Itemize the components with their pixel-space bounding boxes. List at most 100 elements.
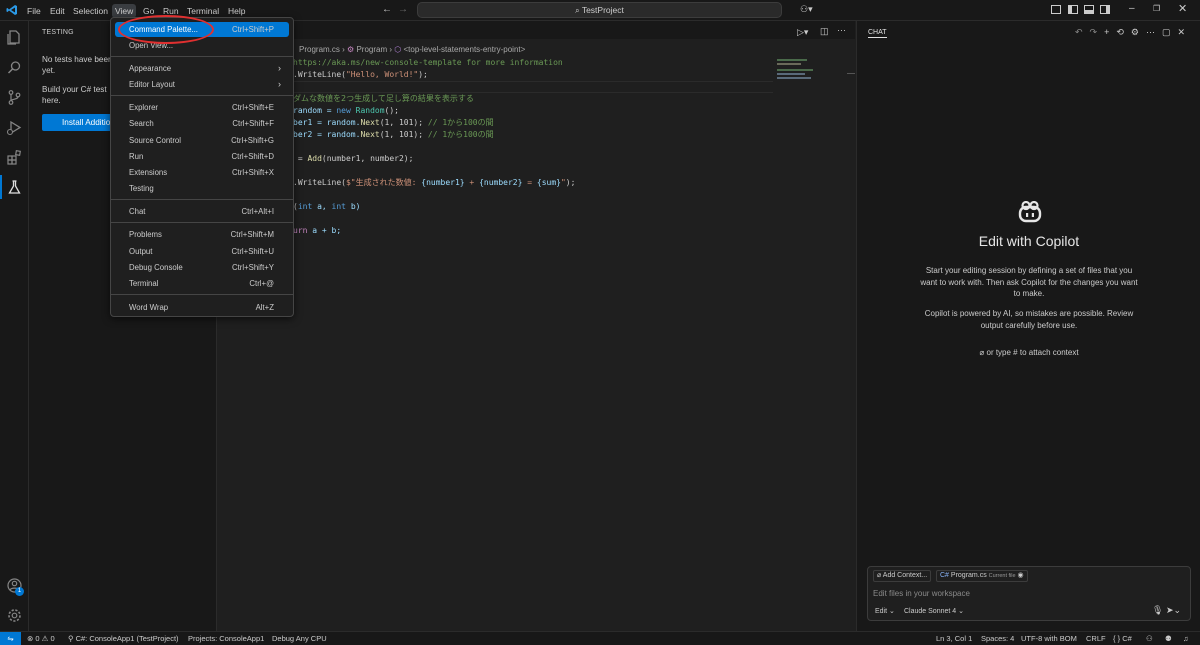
menu-view[interactable]: View bbox=[112, 4, 137, 18]
status-bar: ⇋ ⊗ 0 ⚠ 0 ⚲ C#: ConsoleApp1 (TestProject… bbox=[0, 631, 1200, 645]
accounts-icon[interactable]: 1 bbox=[6, 577, 24, 596]
command-center-search[interactable]: ⌕ TestProject bbox=[417, 2, 782, 18]
source-control-icon[interactable] bbox=[6, 89, 23, 106]
eye-icon: ◉ bbox=[1017, 572, 1024, 579]
menu-edit[interactable]: Edit bbox=[47, 4, 68, 18]
chat-input[interactable]: Edit files in your workspace bbox=[873, 589, 970, 598]
undo-icon: ↶ bbox=[1075, 27, 1090, 37]
menu-separator bbox=[111, 56, 293, 57]
warning-icon: ⚠ bbox=[41, 634, 49, 643]
menu-separator bbox=[111, 199, 293, 200]
paperclip-icon: ⌀ bbox=[979, 348, 985, 357]
maximize-icon: ▢ bbox=[1161, 27, 1178, 37]
menu-terminal[interactable]: Terminal bbox=[184, 4, 222, 18]
code-comment-link: https://aka.ms/new-console-template bbox=[293, 58, 462, 67]
vscode-logo-icon bbox=[6, 4, 18, 16]
customize-layout-icon[interactable] bbox=[1051, 5, 1061, 14]
back-arrow-icon[interactable]: ← bbox=[382, 4, 392, 15]
notifications-bell-icon[interactable]: ♫ bbox=[1183, 632, 1189, 645]
encoding[interactable]: UTF-8 with BOM bbox=[1021, 632, 1077, 645]
chat-toolbar[interactable]: ↶↷+⟲⚙⋯▢✕ bbox=[1075, 27, 1192, 38]
remote-indicator-icon[interactable]: ⇋ bbox=[0, 632, 21, 645]
problems-indicator[interactable]: ⊗ 0 ⚠ 0 bbox=[27, 632, 55, 645]
menu-extensions[interactable]: Extensions Ctrl+Shift+X bbox=[115, 165, 289, 180]
settings-gear-icon[interactable] bbox=[6, 607, 23, 624]
more-actions-icon[interactable]: ··· bbox=[837, 25, 846, 35]
search-icon[interactable] bbox=[6, 59, 23, 76]
copilot-status-icon[interactable]: ⚇ bbox=[1146, 632, 1153, 645]
breadcrumb-file[interactable]: Program.cs bbox=[299, 45, 340, 54]
menu-help[interactable]: Help bbox=[225, 4, 248, 18]
indentation[interactable]: Spaces: 4 bbox=[981, 632, 1014, 645]
menu-word-wrap[interactable]: Word Wrap Alt+Z bbox=[115, 300, 289, 315]
microphone-icon[interactable]: 🎙 bbox=[1152, 605, 1163, 616]
model-picker[interactable]: Claude Sonnet 4 ⌄ bbox=[904, 607, 964, 615]
menu-editor-layout[interactable]: Editor Layout › bbox=[115, 77, 289, 92]
debug-config[interactable]: Debug Any CPU bbox=[272, 632, 327, 645]
language-mode[interactable]: { } C# bbox=[1113, 632, 1132, 645]
redo-icon: ↷ bbox=[1089, 27, 1105, 37]
run-and-debug-icon[interactable] bbox=[6, 119, 23, 136]
error-icon: ⊗ bbox=[27, 634, 34, 643]
menu-appearance[interactable]: Appearance › bbox=[115, 61, 289, 76]
accounts-badge: 1 bbox=[15, 587, 24, 596]
add-context-button[interactable]: ⌀ Add Context... bbox=[873, 570, 932, 582]
menu-output[interactable]: Output Ctrl+Shift+U bbox=[115, 244, 289, 259]
accounts-status-icon[interactable]: ⚉ bbox=[1165, 632, 1172, 645]
search-icon: ⌕ bbox=[575, 6, 580, 15]
testing-flask-icon[interactable] bbox=[6, 179, 23, 196]
highlight-ring bbox=[118, 15, 214, 44]
chat-heading: Edit with Copilot bbox=[978, 233, 1080, 249]
restore-icon[interactable]: ❐ bbox=[1153, 4, 1160, 13]
split-editor-icon[interactable]: ◫ bbox=[820, 26, 829, 37]
csharp-file-icon: C# bbox=[940, 572, 949, 579]
menu-source-control[interactable]: Source Control Ctrl+Shift+G bbox=[115, 133, 289, 148]
menu-chat[interactable]: Chat Ctrl+Alt+I bbox=[115, 204, 289, 219]
menu-file[interactable]: File bbox=[24, 4, 44, 18]
extensions-icon[interactable] bbox=[6, 149, 23, 166]
menu-separator bbox=[111, 95, 293, 96]
menu-testing[interactable]: Testing bbox=[115, 181, 289, 196]
menu-explorer[interactable]: Explorer Ctrl+Shift+E bbox=[115, 100, 289, 115]
menu-debug-console[interactable]: Debug Console Ctrl+Shift+Y bbox=[115, 260, 289, 275]
menu-terminal[interactable]: Terminal Ctrl+@ bbox=[115, 276, 289, 291]
toggle-primary-sidebar-icon[interactable] bbox=[1068, 5, 1078, 14]
file-chip[interactable]: C# Program.cs Current file ◉ bbox=[936, 570, 1028, 582]
activity-bar: 1 bbox=[0, 21, 29, 631]
active-indicator bbox=[0, 175, 2, 199]
editor-tab-bar bbox=[217, 21, 855, 39]
explorer-icon[interactable] bbox=[6, 29, 23, 46]
tab-chat[interactable]: CHAT bbox=[868, 29, 887, 38]
menu-problems[interactable]: Problems Ctrl+Shift+M bbox=[115, 227, 289, 242]
close-icon[interactable]: ✕ bbox=[1178, 2, 1187, 15]
send-icon[interactable]: ➤⌄ bbox=[1166, 605, 1181, 616]
project-indicator[interactable]: ⚲ C#: ConsoleApp1 (TestProject) bbox=[68, 632, 179, 645]
minimap[interactable] bbox=[777, 57, 821, 81]
close-icon: ✕ bbox=[1177, 27, 1193, 37]
toggle-panel-icon[interactable] bbox=[1084, 5, 1094, 14]
code-editor[interactable]: https://aka.ms/new-console-template for … bbox=[293, 57, 773, 317]
method-icon: ⬡ bbox=[394, 45, 402, 54]
mode-picker[interactable]: Edit ⌄ bbox=[875, 607, 895, 615]
breadcrumb: Program.cs › ⚙ Program › ⬡ <top-level-st… bbox=[299, 45, 526, 54]
copilot-logo-icon bbox=[1017, 201, 1043, 223]
projects-indicator[interactable]: Projects: ConsoleApp1 bbox=[188, 632, 264, 645]
minimize-icon[interactable]: – bbox=[1129, 3, 1135, 14]
chat-input-box: ⌀ Add Context... C# Program.cs Current f… bbox=[867, 566, 1191, 621]
chevron-right-icon: › bbox=[278, 79, 281, 89]
menu-run[interactable]: Run Ctrl+Shift+D bbox=[115, 149, 289, 164]
class-icon: ⚙ bbox=[347, 45, 355, 54]
forward-arrow-icon[interactable]: → bbox=[398, 4, 408, 15]
breadcrumb-class[interactable]: Program bbox=[356, 45, 387, 54]
breadcrumb-member[interactable]: <top-level-statements-entry-point> bbox=[403, 45, 525, 54]
menu-selection[interactable]: Selection bbox=[70, 4, 111, 18]
toggle-secondary-sidebar-icon[interactable] bbox=[1100, 5, 1110, 14]
cursor-position[interactable]: Ln 3, Col 1 bbox=[936, 632, 972, 645]
copilot-icon[interactable]: ⚇▾ bbox=[800, 4, 813, 15]
run-play-icon[interactable]: ▷▾ bbox=[797, 27, 808, 38]
line-ending[interactable]: CRLF bbox=[1086, 632, 1106, 645]
history-icon: ⟲ bbox=[1116, 27, 1131, 37]
sidebar-no-tests-text: No tests have been yet. bbox=[42, 55, 113, 75]
new-chat-icon: + bbox=[1104, 27, 1117, 37]
menu-search[interactable]: Search Ctrl+Shift+F bbox=[115, 116, 289, 131]
